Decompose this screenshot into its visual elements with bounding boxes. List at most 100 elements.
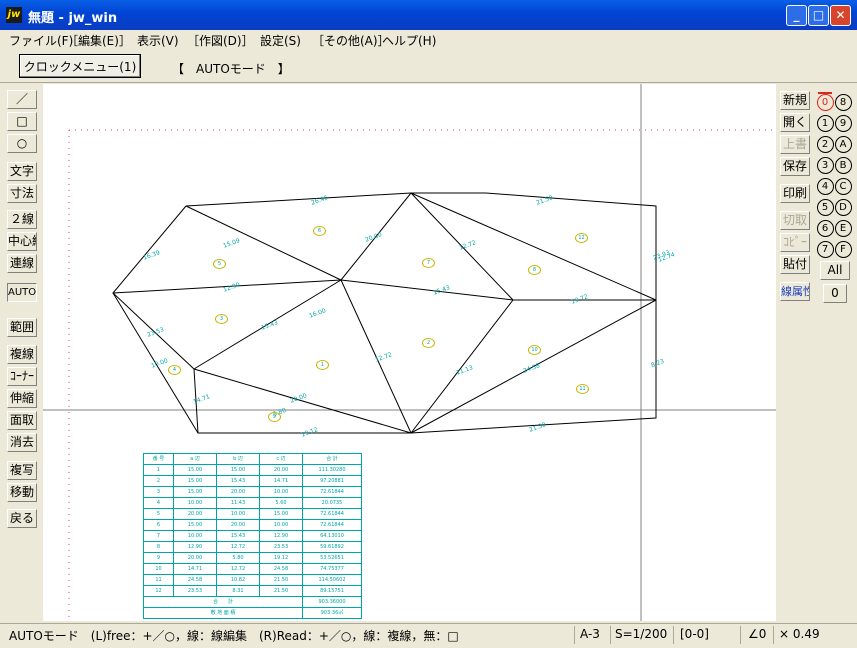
text-tool-button[interactable]: 文字 [7,162,37,181]
layer-4-button[interactable]: 4 [816,176,834,195]
dimension-tool-button[interactable]: 寸法 [7,184,37,203]
menu-view[interactable]: 表示(V) [137,32,179,49]
layer-0-button[interactable]: 0 [816,92,834,111]
mode-indicator: 【 AUTOモード 】 [172,62,290,76]
menu-draw[interactable]: ［作図(D)］ [187,32,254,49]
table-cell: 24.58 [259,563,303,575]
table-cell: 20.00 [259,464,303,476]
table-cell: 15.00 [173,464,217,476]
rectangle-tool-button[interactable]: □ [7,112,37,131]
table-cell: 5.80 [216,552,260,564]
close-button[interactable]: ✕ [830,5,851,26]
table-cell: 19.12 [259,552,303,564]
status-separator [574,626,575,644]
layer-e-button[interactable]: E [834,218,852,237]
table-cell: 15.00 [173,519,217,531]
line-attribute-button[interactable]: 線属性 [780,282,810,301]
table-total-row: 合 計 903.36000 [143,596,362,608]
table-header-cell: c 辺 [259,453,303,465]
total-label: 合 計 [143,596,303,608]
minimize-button[interactable]: _ [786,5,807,26]
layer-c-button[interactable]: C [834,176,852,195]
layer-8-button[interactable]: 8 [834,92,852,111]
table-cell: 20.00 [216,486,260,498]
menu-other[interactable]: ［その他(A)］ [312,32,390,49]
table-cell: 4 [143,497,174,509]
range-tool-button[interactable]: 範囲 [7,318,37,337]
table-cell: 10.82 [216,574,260,586]
move-tool-button[interactable]: 移動 [7,483,37,502]
line-tool-button[interactable]: ／ [7,90,37,109]
layer-5-button[interactable]: 5 [816,197,834,216]
copy-button[interactable]: ｺﾋﾟｰ [780,233,810,252]
print-button[interactable]: 印刷 [780,184,810,203]
open-file-button[interactable]: 開く [780,113,810,132]
corner-tool-button[interactable]: ｺｰﾅｰ [7,367,37,386]
layer-indicator[interactable]: [0-0] [680,627,709,641]
total-value: 903.36000 [302,596,362,608]
table-cell: 20.00 [173,508,217,520]
triangle-number-marker: 8 [528,265,541,275]
erase-tool-button[interactable]: 消去 [7,433,37,452]
layer-9-button[interactable]: 9 [834,113,852,132]
scale-indicator[interactable]: S=1/200 [615,627,667,641]
drawing-canvas[interactable]: 26.46 21.50 16.39 15.09 20.00 12.72 15.43 12.90… [43,84,776,621]
zoom-indicator[interactable]: × 0.49 [779,627,820,641]
layer-b-button[interactable]: B [834,155,852,174]
table-cell: 12 [143,585,174,597]
auto-mode-button[interactable]: AUTO [7,283,37,302]
chamfer-tool-button[interactable]: 面取 [7,411,37,430]
layer-group-button[interactable]: 0 [823,284,847,303]
table-cell: 10 [143,563,174,575]
table-cell: 5 [143,508,174,520]
save-button[interactable]: 保存 [780,157,810,176]
menu-file[interactable]: ファイル(F) [9,32,73,49]
undo-button[interactable]: 戻る [7,509,37,528]
center-line-tool-button[interactable]: 中心線 [7,232,37,251]
clock-menu-button[interactable]: クロックメニュー(1) [19,54,141,78]
triangle-number-marker: 2 [422,338,435,348]
status-separator [740,626,741,644]
copy-line-tool-button[interactable]: 複線 [7,345,37,364]
triangle-number-marker: 5 [213,259,226,269]
new-file-button[interactable]: 新規 [780,91,810,110]
triangle-number-marker: 11 [576,384,589,394]
overwrite-button[interactable]: 上書 [780,135,810,154]
layer-1-button[interactable]: 1 [816,113,834,132]
triangle-number-marker: 1 [316,360,329,370]
triangle-number-marker: 7 [422,258,435,268]
table-cell: 14.71 [259,475,303,487]
table-row: 7 10.00 15.43 12.90 64.13010 [143,530,362,542]
table-cell: 64.13010 [302,530,362,542]
table-cell: 20.00 [216,519,260,531]
layer-3-button[interactable]: 3 [816,155,834,174]
table-cell: 14.71 [173,563,217,575]
table-cell: 15.43 [216,530,260,542]
layer-d-button[interactable]: D [834,197,852,216]
paste-button[interactable]: 貼付 [780,255,810,274]
layer-7-button[interactable]: 7 [816,239,834,258]
maximize-button[interactable]: □ [808,5,829,26]
angle-indicator[interactable]: ∠0 [748,627,766,641]
triangle-number-marker: 6 [313,226,326,236]
layer-2-button[interactable]: 2 [816,134,834,153]
table-cell: 7 [143,530,174,542]
menu-settings[interactable]: 設定(S) [260,32,301,49]
chain-line-tool-button[interactable]: 連線 [7,254,37,273]
extend-tool-button[interactable]: 伸縮 [7,389,37,408]
table-row: 9 20.00 5.80 19.12 53.52651 [143,552,362,564]
layer-f-button[interactable]: F [834,239,852,258]
table-cell: 8 [143,541,174,553]
layer-a-button[interactable]: A [834,134,852,153]
double-line-tool-button[interactable]: ２線 [7,210,37,229]
menu-help[interactable]: ヘルプ(H) [382,32,436,49]
table-cell: 11.43 [216,497,260,509]
paper-size[interactable]: A-3 [580,627,600,641]
layer-6-button[interactable]: 6 [816,218,834,237]
all-layers-button[interactable]: All [820,261,850,280]
menu-edit[interactable]: ［編集(E)］ [66,32,131,49]
cut-button[interactable]: 切取 [780,211,810,230]
jw-app-icon[interactable]: jw [6,7,22,23]
circle-tool-button[interactable]: ○ [7,134,37,153]
duplicate-tool-button[interactable]: 複写 [7,461,37,480]
